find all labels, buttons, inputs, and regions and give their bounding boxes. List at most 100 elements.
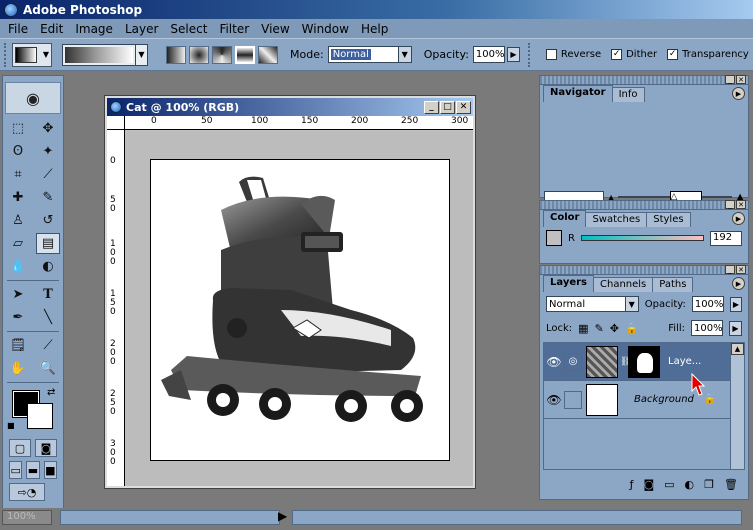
mode-select[interactable]: Normal ▼: [327, 46, 412, 63]
opacity-slider-button[interactable]: ▶: [506, 47, 520, 62]
lock-position-icon[interactable]: ✥: [610, 322, 619, 335]
default-colors-icon[interactable]: ■: [7, 421, 15, 430]
line-tool-icon[interactable]: ╲: [36, 307, 60, 328]
layer-mask-link-icon[interactable]: ◎: [564, 352, 582, 371]
lock-transparency-icon[interactable]: ▦: [578, 322, 588, 335]
tab-color[interactable]: Color: [543, 210, 587, 227]
tab-styles[interactable]: Styles: [646, 212, 691, 227]
navigator-zoom-slider[interactable]: △: [618, 191, 733, 223]
r-value-input[interactable]: 192: [710, 230, 742, 246]
reverse-checkbox[interactable]: Reverse: [545, 49, 601, 60]
tab-channels[interactable]: Channels: [593, 277, 654, 292]
notes-tool-icon[interactable]: 🗒: [6, 335, 30, 356]
minimize-icon[interactable]: _: [725, 75, 735, 84]
zoom-tool-icon[interactable]: 🔍: [36, 358, 60, 379]
clone-stamp-tool-icon[interactable]: ♙: [6, 210, 30, 231]
panel-grip[interactable]: _ ✕: [540, 200, 748, 210]
photoshop-eye-logo[interactable]: ◉: [5, 82, 61, 114]
color-preview-swatch[interactable]: [546, 230, 562, 246]
radial-gradient-button[interactable]: [189, 45, 209, 64]
layer-opacity-input[interactable]: 100%: [691, 296, 724, 312]
tab-info[interactable]: Info: [611, 87, 645, 102]
dodge-tool-icon[interactable]: ◐: [36, 256, 60, 277]
vertical-ruler[interactable]: 0 5 0 1 0 0 1 5 0 2 0 0 2 5 0 3 0 0: [107, 130, 125, 486]
menu-edit[interactable]: Edit: [34, 22, 69, 36]
hand-tool-icon[interactable]: ✋: [6, 358, 30, 379]
tab-swatches[interactable]: Swatches: [585, 212, 648, 227]
chain-link-icon[interactable]: ⛓: [620, 357, 631, 367]
status-menu-icon[interactable]: ▶: [278, 509, 287, 523]
layer-name[interactable]: Laye...: [668, 356, 701, 367]
fill-input[interactable]: 100%: [691, 320, 723, 336]
opacity-input[interactable]: 100%: [472, 46, 505, 63]
reverse-check-box[interactable]: [545, 49, 557, 60]
document-title-bar[interactable]: Cat @ 100% (RGB) _ □ ✕: [107, 98, 473, 116]
tab-layers[interactable]: Layers: [543, 275, 594, 292]
menu-select[interactable]: Select: [164, 22, 213, 36]
marquee-tool-icon[interactable]: ⬚: [6, 118, 30, 139]
brush-tool-icon[interactable]: ✎: [36, 187, 60, 208]
eye-icon[interactable]: 👁: [544, 393, 564, 407]
menu-filter[interactable]: Filter: [213, 22, 255, 36]
swap-colors-icon[interactable]: ⇄: [47, 387, 55, 398]
slice-tool-icon[interactable]: ⟋: [36, 164, 60, 185]
layers-scrollbar[interactable]: ▲: [730, 343, 744, 469]
diamond-gradient-button[interactable]: [258, 45, 278, 64]
type-tool-icon[interactable]: T: [36, 284, 60, 305]
menu-view[interactable]: View: [255, 22, 295, 36]
panel-menu-icon[interactable]: ▶: [732, 277, 745, 290]
add-mask-icon[interactable]: ◙: [643, 478, 654, 491]
path-selection-tool-icon[interactable]: ➤: [6, 284, 30, 305]
quick-mask-mode-icon[interactable]: ◙: [35, 439, 57, 457]
layer-style-icon[interactable]: ƒ: [630, 478, 634, 491]
minimize-icon[interactable]: _: [725, 265, 735, 274]
tool-preset-picker[interactable]: ▼: [12, 42, 52, 67]
minimize-icon[interactable]: _: [424, 100, 439, 114]
new-layer-icon[interactable]: ❐: [704, 478, 714, 491]
layer-link-cell[interactable]: [564, 390, 582, 409]
dither-check-box[interactable]: ✓: [611, 49, 623, 60]
blend-mode-select[interactable]: Normal ▼: [546, 296, 639, 312]
full-screen-menu-icon[interactable]: ▬: [26, 461, 40, 479]
close-icon[interactable]: ✕: [736, 265, 746, 274]
lasso-tool-icon[interactable]: ʘ: [6, 141, 30, 162]
history-brush-tool-icon[interactable]: ↺: [36, 210, 60, 231]
layer-row[interactable]: 👁 ◎ ⛓ Laye...: [544, 343, 744, 381]
panel-menu-icon[interactable]: ▶: [732, 87, 745, 100]
close-icon[interactable]: ✕: [456, 100, 471, 114]
eraser-tool-icon[interactable]: ▱: [6, 233, 30, 254]
lock-image-icon[interactable]: ✎: [595, 322, 604, 335]
background-color-swatch[interactable]: [27, 403, 53, 429]
lock-all-icon[interactable]: 🔒: [625, 322, 639, 335]
reflected-gradient-button[interactable]: [235, 45, 255, 64]
panel-menu-icon[interactable]: ▶: [732, 212, 745, 225]
angle-gradient-button[interactable]: [212, 45, 232, 64]
navigator-preview[interactable]: [544, 106, 744, 186]
menu-window[interactable]: Window: [296, 22, 355, 36]
trash-icon[interactable]: 🗑: [724, 478, 738, 491]
dither-checkbox[interactable]: ✓ Dither: [611, 49, 657, 60]
close-icon[interactable]: ✕: [736, 200, 746, 209]
eyedropper-tool-icon[interactable]: ⟋: [36, 335, 60, 356]
jump-to-imageready-icon[interactable]: ⇨◔: [9, 483, 45, 501]
magic-wand-tool-icon[interactable]: ✦: [36, 141, 60, 162]
eye-icon[interactable]: 👁: [544, 355, 564, 369]
standard-mode-icon[interactable]: ▢: [9, 439, 31, 457]
horizontal-ruler[interactable]: 0 50 100 150 200 250 300: [125, 116, 473, 130]
transparency-checkbox[interactable]: ✓ Transparency: [667, 49, 749, 60]
menu-help[interactable]: Help: [355, 22, 394, 36]
panel-grip[interactable]: _ ✕: [540, 265, 748, 275]
menu-file[interactable]: File: [2, 22, 34, 36]
new-set-icon[interactable]: ▭: [664, 478, 674, 491]
healing-brush-tool-icon[interactable]: ✚: [6, 187, 30, 208]
r-slider[interactable]: [580, 235, 704, 241]
gradient-tool-icon[interactable]: ▤: [36, 233, 60, 254]
standard-screen-icon[interactable]: ▭: [9, 461, 23, 479]
pen-tool-icon[interactable]: ✒: [6, 307, 30, 328]
gradient-picker[interactable]: ▼: [62, 43, 148, 66]
fill-slider-button[interactable]: ▶: [729, 320, 742, 336]
ruler-origin[interactable]: [107, 116, 125, 130]
layer-row[interactable]: 👁 Background 🔒: [544, 381, 744, 419]
canvas-area[interactable]: [126, 131, 473, 486]
layer-opacity-slider-button[interactable]: ▶: [729, 296, 742, 312]
